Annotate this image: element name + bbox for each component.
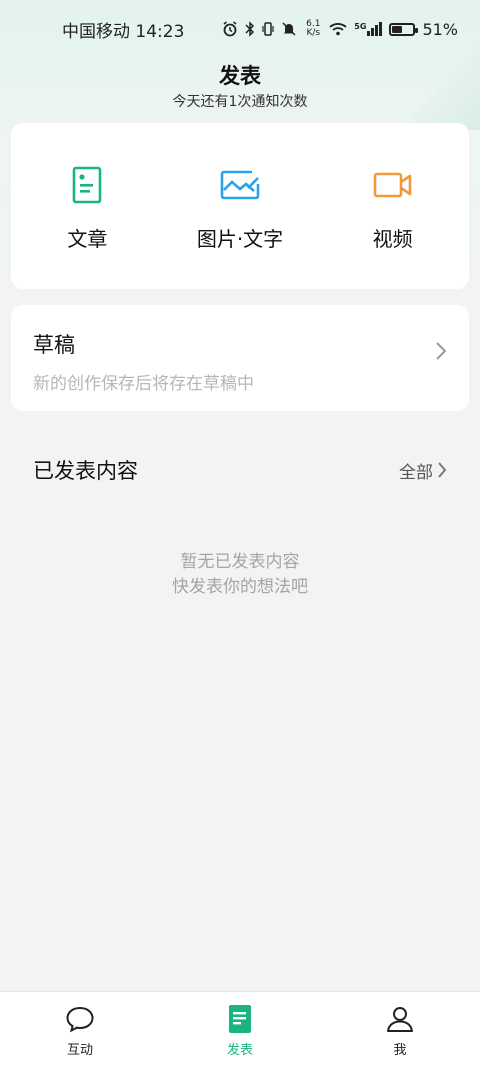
battery-percent: 51%	[422, 19, 458, 39]
published-section-header: 已发表内容 全部	[33, 455, 447, 485]
drafts-description: 新的创作保存后将存在草稿中	[33, 374, 254, 394]
publish-video-label: 视频	[372, 227, 413, 251]
chevron-right-icon	[436, 342, 447, 360]
published-section-title: 已发表内容	[33, 459, 138, 483]
video-icon	[371, 163, 415, 207]
publish-video-button[interactable]: 视频	[316, 123, 469, 289]
empty-state-line2: 快发表你的想法吧	[172, 577, 308, 597]
net-speed: 6.1 K/s	[306, 19, 321, 38]
battery-level	[392, 25, 403, 33]
nav-tab-publish[interactable]: 发表	[160, 992, 320, 1066]
alarm-icon	[223, 21, 237, 37]
carrier-time: 中国移动 14:23	[62, 21, 185, 42]
nav-tab-me[interactable]: 我	[320, 992, 480, 1066]
wifi-icon	[329, 23, 347, 36]
see-all-button[interactable]: 全部	[399, 458, 447, 483]
image-text-icon	[218, 163, 262, 207]
article-icon	[65, 163, 109, 207]
publish-article-label: 文章	[67, 227, 108, 251]
nav-tab-interact-label: 互动	[66, 1043, 93, 1058]
battery-icon	[389, 22, 419, 36]
person-icon	[385, 1004, 415, 1034]
mute-icon	[282, 22, 296, 36]
empty-state-line1: 暂无已发表内容	[180, 552, 300, 572]
nav-tab-me-label: 我	[393, 1043, 407, 1058]
nav-tab-publish-label: 发表	[226, 1043, 253, 1058]
page-subtitle: 今天还有1次通知次数	[172, 94, 308, 110]
publish-image-text-button[interactable]: 图片·文字	[164, 123, 317, 289]
publish-doc-icon	[225, 1004, 255, 1034]
publish-article-button[interactable]: 文章	[11, 123, 164, 289]
empty-state: 暂无已发表内容 快发表你的想法吧	[0, 550, 480, 600]
bluetooth-icon	[245, 21, 255, 37]
publish-options-card: 文章 图片·文字 视频	[11, 123, 469, 289]
signal-icon: 5G	[354, 22, 383, 36]
see-all-label: 全部	[399, 462, 433, 483]
publish-image-text-label: 图片·文字	[196, 227, 284, 251]
page-header: 发表 今天还有1次通知次数	[0, 60, 480, 111]
drafts-title: 草稿	[33, 333, 75, 357]
vibrate-icon	[262, 22, 274, 36]
nav-tab-interact[interactable]: 互动	[0, 992, 160, 1066]
bottom-nav: 互动 发表 我	[0, 991, 480, 1066]
status-bar: 中国移动 14:23 6.1 K/s 5G 51%	[0, 0, 480, 58]
chevron-right-icon	[438, 462, 447, 478]
chat-bubble-icon	[65, 1004, 95, 1034]
page-title: 发表	[219, 64, 261, 88]
status-icons: 6.1 K/s 5G 51%	[222, 20, 458, 39]
drafts-card[interactable]: 草稿 新的创作保存后将存在草稿中	[11, 305, 469, 411]
